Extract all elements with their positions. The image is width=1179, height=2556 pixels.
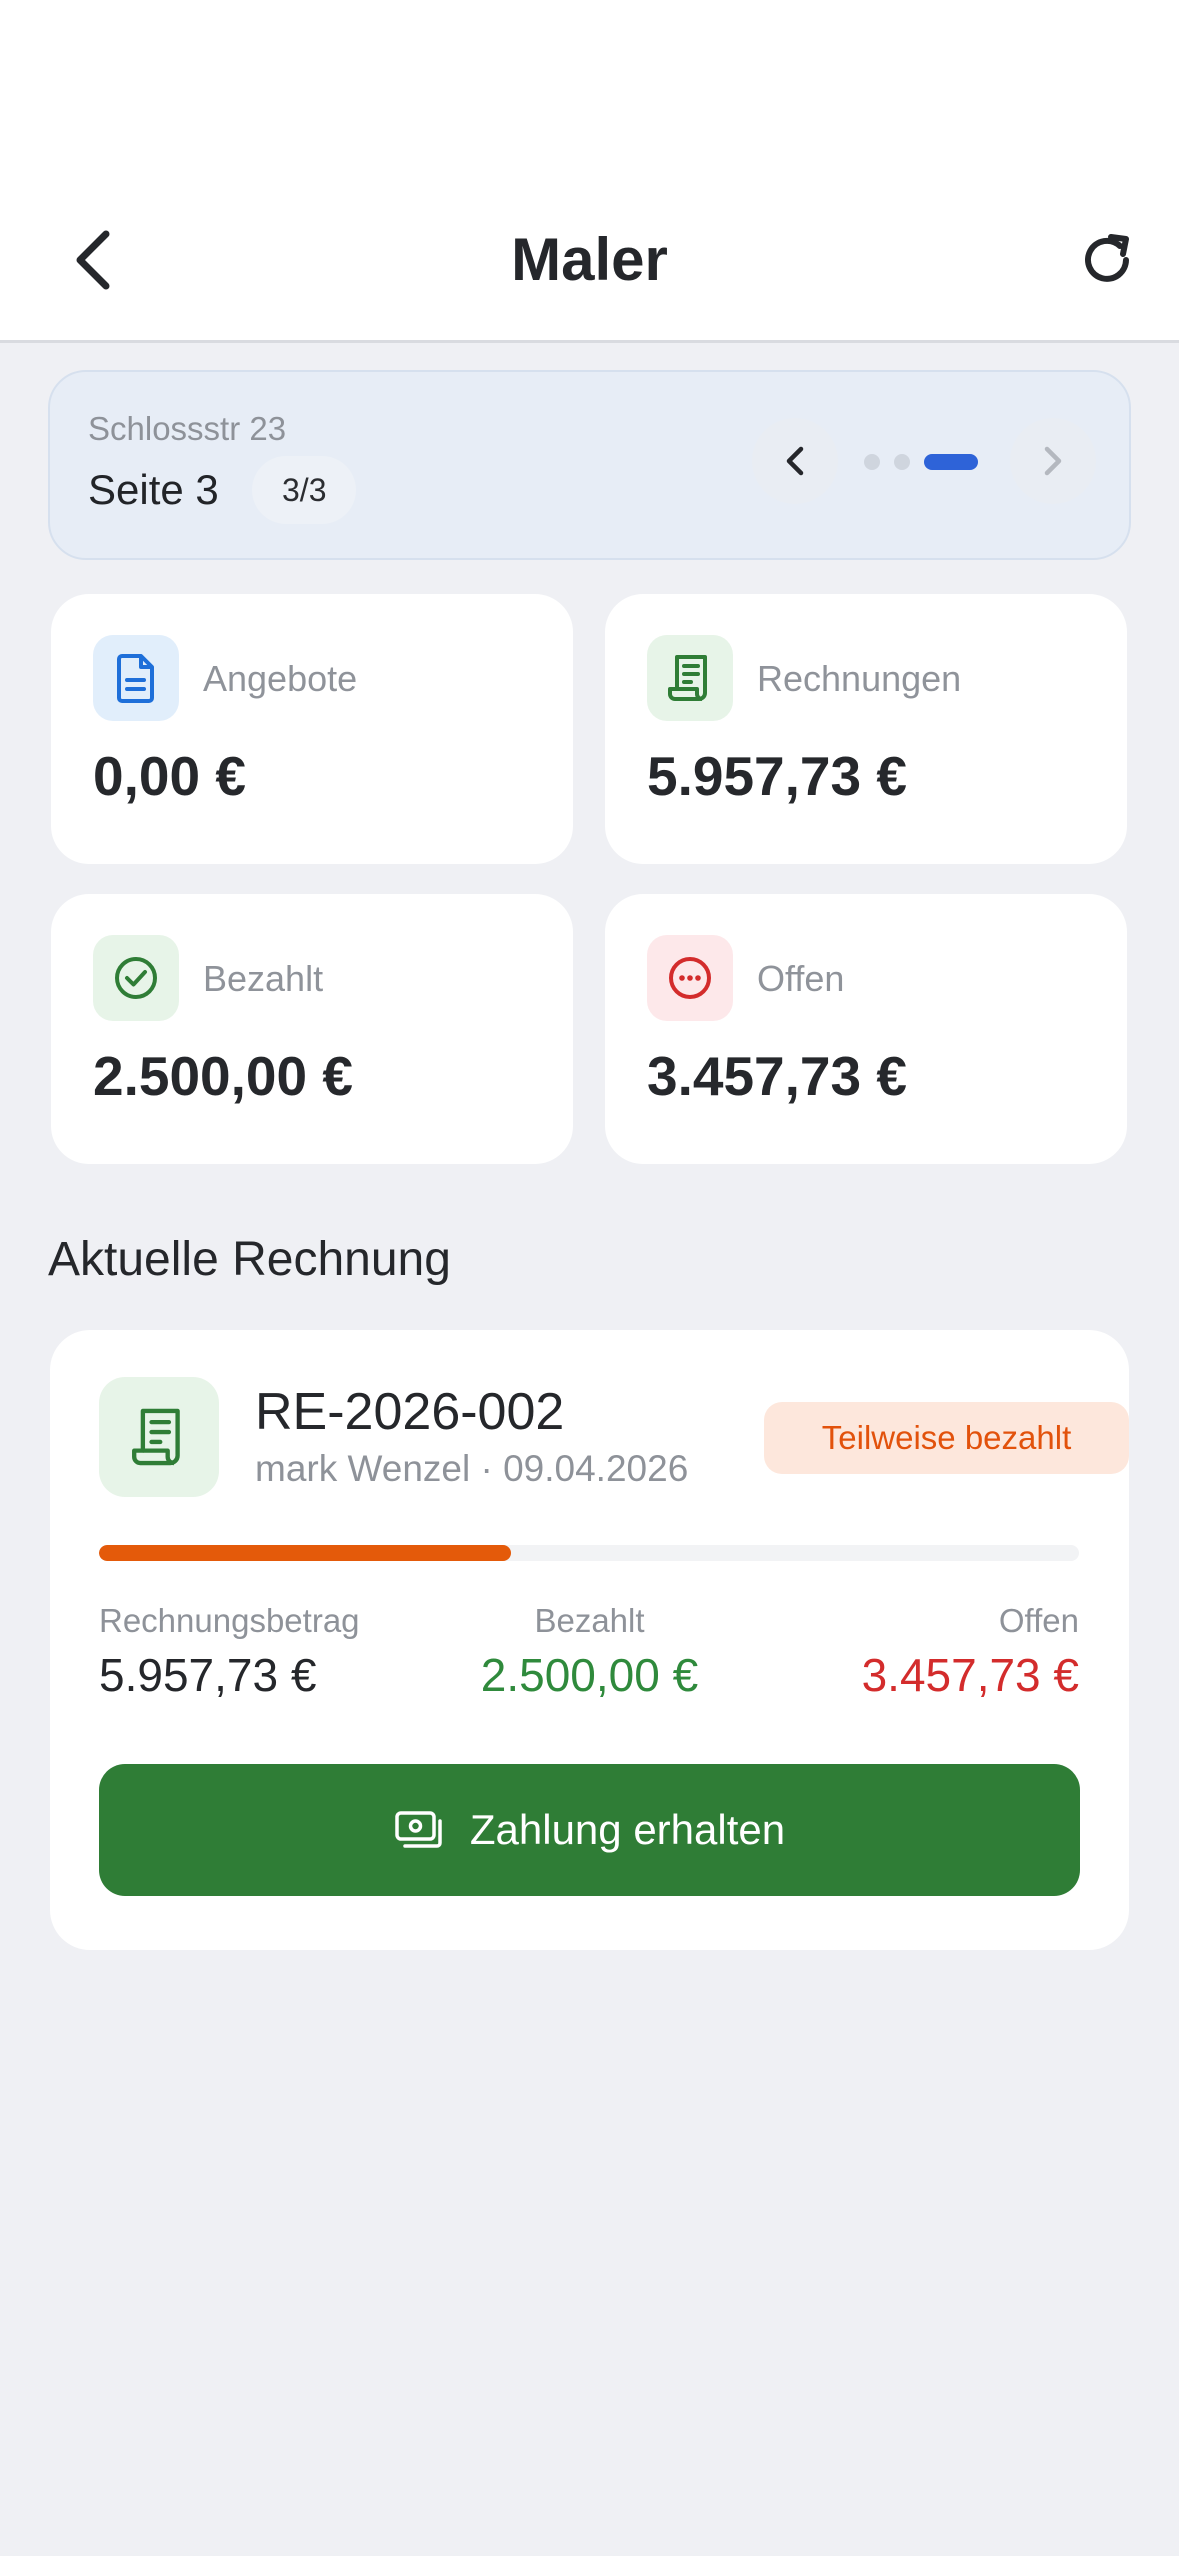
stat-label: Offen bbox=[757, 958, 845, 999]
previous-page-button[interactable] bbox=[752, 418, 838, 504]
stat-card-bezahlt[interactable]: Bezahlt 2.500,00 € bbox=[51, 894, 573, 1164]
payment-progress-fill bbox=[99, 1545, 511, 1561]
document-icon bbox=[93, 635, 179, 721]
receipt-icon bbox=[647, 635, 733, 721]
chevron-left-icon bbox=[786, 446, 804, 476]
stat-card-rechnungen[interactable]: Rechnungen 5.957,73 € bbox=[605, 594, 1127, 864]
stat-value: 5.957,73 € bbox=[647, 745, 907, 807]
stat-value: 0,00 € bbox=[93, 745, 246, 807]
page-count-badge: 3/3 bbox=[252, 456, 357, 524]
open-amount-value: 3.457,73 € bbox=[861, 1649, 1079, 1701]
payment-progress-bar bbox=[99, 1545, 1079, 1561]
cash-icon bbox=[395, 1811, 442, 1848]
refresh-icon bbox=[1085, 234, 1129, 282]
invoice-meta: mark Wenzel · 09.04.2026 bbox=[255, 1448, 689, 1489]
app-header: Maler bbox=[0, 0, 1179, 343]
refresh-button[interactable] bbox=[1067, 220, 1147, 300]
chevron-right-icon bbox=[1044, 446, 1062, 476]
invoice-card[interactable]: RE-2026-002 mark Wenzel · 09.04.2026 Tei… bbox=[50, 1330, 1129, 1950]
invoice-number: RE-2026-002 bbox=[255, 1383, 565, 1441]
next-page-button[interactable] bbox=[1010, 418, 1096, 504]
project-address: Schlossstr 23 bbox=[88, 410, 287, 447]
stat-label: Rechnungen bbox=[757, 658, 962, 699]
more-circle-icon bbox=[647, 935, 733, 1021]
open-amount-label: Offen bbox=[998, 1602, 1079, 1639]
paid-amount-label: Bezahlt bbox=[534, 1602, 645, 1639]
stat-label: Angebote bbox=[203, 658, 358, 699]
page-dot bbox=[864, 454, 880, 470]
page-dot-active bbox=[924, 454, 978, 470]
status-badge: Teilweise bezahlt bbox=[764, 1402, 1129, 1474]
page-switcher: Schlossstr 23 Seite 3 3/3 bbox=[48, 370, 1131, 560]
section-title: Aktuelle Rechnung bbox=[48, 1233, 451, 1286]
record-payment-button[interactable]: Zahlung erhalten bbox=[99, 1764, 1080, 1896]
stat-value: 2.500,00 € bbox=[93, 1045, 353, 1107]
page-title: Maler bbox=[511, 226, 668, 293]
stat-label: Bezahlt bbox=[203, 958, 324, 999]
page-dot bbox=[894, 454, 910, 470]
stat-card-angebote[interactable]: Angebote 0,00 € bbox=[51, 594, 573, 864]
page-label: Seite 3 bbox=[88, 466, 219, 513]
record-payment-label: Zahlung erhalten bbox=[469, 1806, 786, 1853]
stat-value: 3.457,73 € bbox=[647, 1045, 907, 1107]
stat-card-offen[interactable]: Offen 3.457,73 € bbox=[605, 894, 1127, 1164]
receipt-icon bbox=[99, 1377, 219, 1497]
check-circle-icon bbox=[93, 935, 179, 1021]
